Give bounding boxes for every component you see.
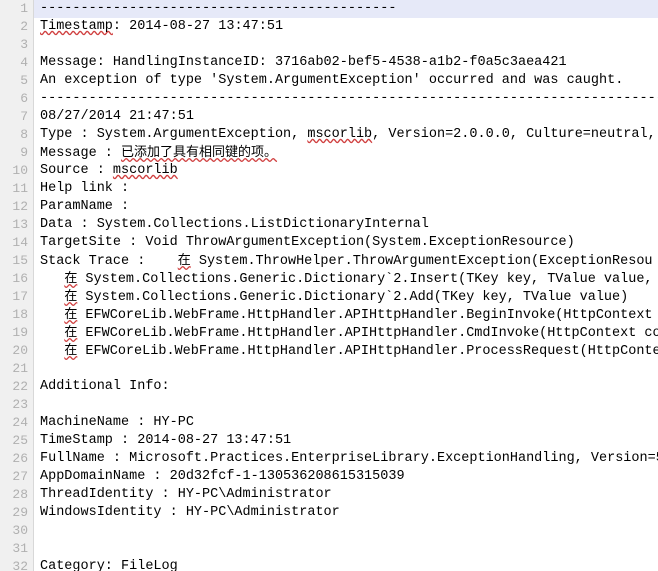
code-line[interactable]: Message : 已添加了具有相同键的项。 — [40, 144, 658, 162]
code-line[interactable]: FullName : Microsoft.Practices.Enterpris… — [40, 450, 658, 468]
line-number: 14 — [12, 235, 28, 250]
code-line[interactable]: Type : System.ArgumentException, mscorli… — [40, 126, 658, 144]
line-number: 13 — [12, 217, 28, 232]
line-number: 10 — [12, 163, 28, 178]
line-number: 5 — [20, 73, 28, 88]
code-line[interactable]: Timestamp: 2014-08-27 13:47:51 — [40, 18, 658, 36]
line-number: 2 — [20, 19, 28, 34]
code-line[interactable] — [40, 522, 658, 540]
line-number: 22 — [12, 379, 28, 394]
code-line[interactable] — [40, 396, 658, 414]
code-line[interactable]: Category: FileLog — [40, 558, 658, 571]
code-line[interactable]: Additional Info: — [40, 378, 658, 396]
line-number: 17 — [12, 289, 28, 304]
line-number: 1 — [20, 1, 28, 16]
code-line[interactable]: ThreadIdentity : HY-PC\Administrator — [40, 486, 658, 504]
spellcheck-word: 在 — [177, 253, 191, 268]
line-number-gutter: 1 2 3 4 5 6 7 8 9 10 11 12 13 14 15 16 17 18 19 20 21 22 23 24 2… — [0, 0, 34, 571]
code-line[interactable]: 在 EFWCoreLib.WebFrame.HttpHandler.APIHtt… — [40, 324, 658, 342]
line-number: 29 — [12, 505, 28, 520]
line-number: 4 — [20, 55, 28, 70]
line-number: 27 — [12, 469, 28, 484]
code-line[interactable]: An exception of type 'System.ArgumentExc… — [40, 72, 658, 90]
code-line[interactable]: Stack Trace : 在 System.ThrowHelper.Throw… — [40, 252, 658, 270]
line-number: 3 — [20, 37, 28, 52]
code-line[interactable]: Data : System.Collections.ListDictionary… — [40, 216, 658, 234]
spellcheck-word: mscorlib — [112, 163, 178, 178]
code-line[interactable]: ----------------------------------------… — [34, 0, 658, 18]
spellcheck-word: 已添加了具有相同键的项。 — [121, 145, 278, 160]
code-line[interactable]: 在 System.Collections.Generic.Dictionary`… — [40, 288, 658, 306]
code-line[interactable] — [40, 360, 658, 378]
code-line[interactable]: 在 EFWCoreLib.WebFrame.HttpHandler.APIHtt… — [40, 306, 658, 324]
line-number: 28 — [12, 487, 28, 502]
code-line[interactable]: 在 System.Collections.Generic.Dictionary`… — [40, 270, 658, 288]
line-number: 6 — [20, 91, 28, 106]
spellcheck-word: 在 — [64, 289, 78, 304]
spellcheck-word: 在 — [64, 325, 78, 340]
line-number: 32 — [12, 559, 28, 571]
code-line[interactable]: AppDomainName : 20d32fcf-1-1305362086153… — [40, 468, 658, 486]
spellcheck-word: 在 — [64, 307, 78, 322]
line-number: 31 — [12, 541, 28, 556]
line-number: 7 — [20, 109, 28, 124]
log-viewer[interactable]: 1 2 3 4 5 6 7 8 9 10 11 12 13 14 15 16 17 18 19 20 21 22 23 24 2… — [0, 0, 658, 571]
line-number: 15 — [12, 253, 28, 268]
code-line[interactable]: ----------------------------------------… — [40, 90, 658, 108]
code-line[interactable]: TimeStamp : 2014-08-27 13:47:51 — [40, 432, 658, 450]
code-line[interactable]: Source : mscorlib — [40, 162, 658, 180]
code-line[interactable]: MachineName : HY-PC — [40, 414, 658, 432]
line-number: 23 — [12, 397, 28, 412]
code-line[interactable]: Message: HandlingInstanceID: 3716ab02-be… — [40, 54, 658, 72]
spellcheck-word: 在 — [64, 271, 78, 286]
line-number: 11 — [12, 181, 28, 196]
code-line[interactable] — [40, 540, 658, 558]
line-number: 25 — [12, 433, 28, 448]
line-number: 19 — [12, 325, 28, 340]
line-number: 21 — [12, 361, 28, 376]
code-line[interactable]: WindowsIdentity : HY-PC\Administrator — [40, 504, 658, 522]
code-line[interactable]: 08/27/2014 21:47:51 — [40, 108, 658, 126]
line-number: 30 — [12, 523, 28, 538]
line-number: 18 — [12, 307, 28, 322]
spellcheck-word: 在 — [64, 343, 78, 358]
spellcheck-word: mscorlib — [307, 127, 373, 142]
spellcheck-word: Timestamp — [40, 19, 113, 34]
line-number: 8 — [20, 127, 28, 142]
line-number: 12 — [12, 199, 28, 214]
line-number: 26 — [12, 451, 28, 466]
line-number: 20 — [12, 343, 28, 358]
code-text-area[interactable]: ----------------------------------------… — [34, 0, 658, 571]
code-line[interactable] — [40, 36, 658, 54]
code-line[interactable]: ParamName : — [40, 198, 658, 216]
code-line[interactable]: 在 EFWCoreLib.WebFrame.HttpHandler.APIHtt… — [40, 342, 658, 360]
code-line[interactable]: Help link : — [40, 180, 658, 198]
line-number: 24 — [12, 415, 28, 430]
line-number: 16 — [12, 271, 28, 286]
code-line[interactable]: TargetSite : Void ThrowArgumentException… — [40, 234, 658, 252]
line-number: 9 — [20, 145, 28, 160]
